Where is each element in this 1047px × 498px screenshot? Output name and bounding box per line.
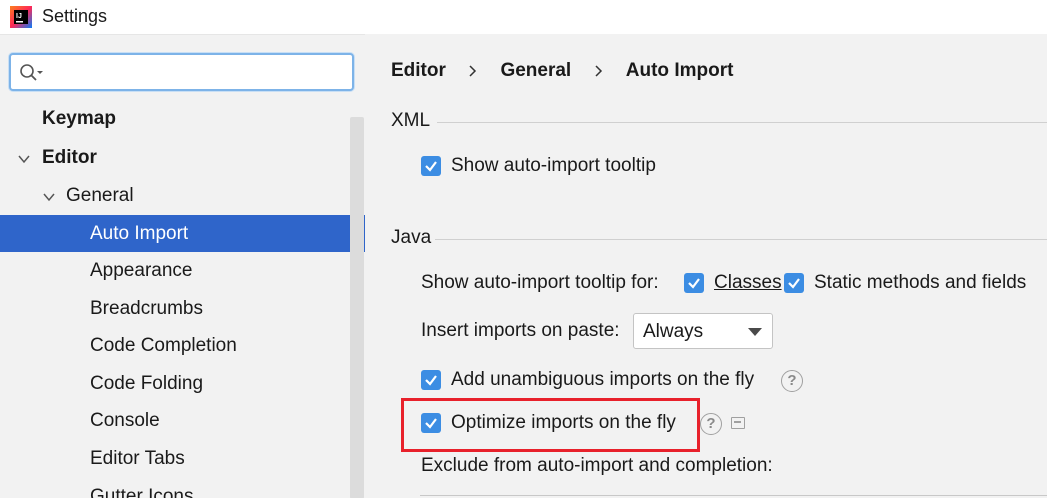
exclude-list-border xyxy=(420,495,1047,496)
title-bar: IJ Settings xyxy=(0,0,1047,34)
tree-item-general[interactable]: General xyxy=(66,177,134,214)
tree-item-label: Code Completion xyxy=(90,335,237,356)
checkbox-label: Classes xyxy=(714,272,782,293)
select-value: Always xyxy=(643,321,704,342)
settings-scope-icon[interactable] xyxy=(731,417,745,429)
breadcrumb-item: Auto Import xyxy=(625,60,734,81)
tree-item-label: Editor xyxy=(42,147,97,168)
tree-item-keymap[interactable]: Keymap xyxy=(42,100,116,137)
breadcrumb-item[interactable]: Editor xyxy=(391,60,446,82)
search-icon[interactable] xyxy=(19,63,45,83)
tree-item-label: Editor Tabs xyxy=(90,448,185,469)
checkmark-icon xyxy=(688,278,700,289)
insert-on-paste-label: Insert imports on paste: xyxy=(421,320,620,341)
settings-tree-panel: Keymap Editor General Auto Import Appear… xyxy=(0,34,365,498)
tree-item-editor-tabs[interactable]: Editor Tabs xyxy=(90,440,185,477)
chevron-down-icon[interactable] xyxy=(17,152,31,166)
tree-item-label: Breadcrumbs xyxy=(90,298,203,319)
checkmark-icon xyxy=(425,375,437,386)
tree-item-editor[interactable]: Editor xyxy=(42,139,97,176)
help-icon[interactable]: ? xyxy=(781,370,803,392)
chevron-down-icon xyxy=(748,328,762,336)
chevron-down-icon[interactable] xyxy=(42,190,56,204)
insert-on-paste-select[interactable]: Always xyxy=(633,313,773,349)
chevron-right-icon xyxy=(469,65,477,77)
help-icon[interactable]: ? xyxy=(700,413,722,435)
tree-item-breadcrumbs[interactable]: Breadcrumbs xyxy=(90,290,203,327)
tooltip-for-label: Show auto-import tooltip for: xyxy=(421,272,659,293)
checkbox-label: Add unambiguous imports on the fly xyxy=(451,369,755,390)
search-input[interactable] xyxy=(47,59,347,85)
tree-item-label: Code Folding xyxy=(90,373,204,394)
tree-item-code-completion[interactable]: Code Completion xyxy=(90,327,237,364)
tree-item-gutter-icons[interactable]: Gutter Icons xyxy=(90,478,194,498)
checkmark-icon xyxy=(425,161,437,172)
tree-item-label: Gutter Icons xyxy=(90,486,194,498)
section-title-java: Java xyxy=(391,227,432,248)
tree-item-label: Keymap xyxy=(42,108,116,129)
section-divider xyxy=(435,239,1047,240)
search-field[interactable] xyxy=(9,53,354,91)
tree-scrollbar[interactable] xyxy=(350,117,364,498)
classes-checkbox[interactable] xyxy=(684,273,704,293)
intellij-idea-icon: IJ xyxy=(10,6,32,28)
tree-item-appearance[interactable]: Appearance xyxy=(90,252,192,289)
tree-item-auto-import[interactable]: Auto Import xyxy=(0,215,365,252)
tree-item-label: Console xyxy=(90,410,160,431)
chevron-right-icon xyxy=(594,65,602,77)
add-unambiguous-checkbox[interactable] xyxy=(421,370,441,390)
tree-item-code-folding[interactable]: Code Folding xyxy=(90,365,203,402)
checkbox-label: Static methods and fields xyxy=(814,272,1027,293)
highlight-annotation xyxy=(401,398,700,452)
show-auto-import-tooltip-checkbox[interactable] xyxy=(421,156,441,176)
section-title-xml: XML xyxy=(391,110,431,131)
checkbox-label: Show auto-import tooltip xyxy=(451,155,656,176)
tree-item-label: Auto Import xyxy=(90,223,189,244)
svg-text:IJ: IJ xyxy=(16,13,22,20)
exclude-label: Exclude from auto-import and completion: xyxy=(421,455,773,476)
static-methods-checkbox[interactable] xyxy=(784,273,804,293)
breadcrumb: Editor General Auto Import xyxy=(391,60,733,82)
tree-item-label: Appearance xyxy=(90,260,193,281)
window-title: Settings xyxy=(42,6,108,26)
tree-item-label: General xyxy=(66,185,134,206)
section-divider xyxy=(437,122,1047,123)
checkmark-icon xyxy=(788,278,800,289)
tree-item-console[interactable]: Console xyxy=(90,402,160,439)
breadcrumb-item[interactable]: General xyxy=(500,60,571,82)
